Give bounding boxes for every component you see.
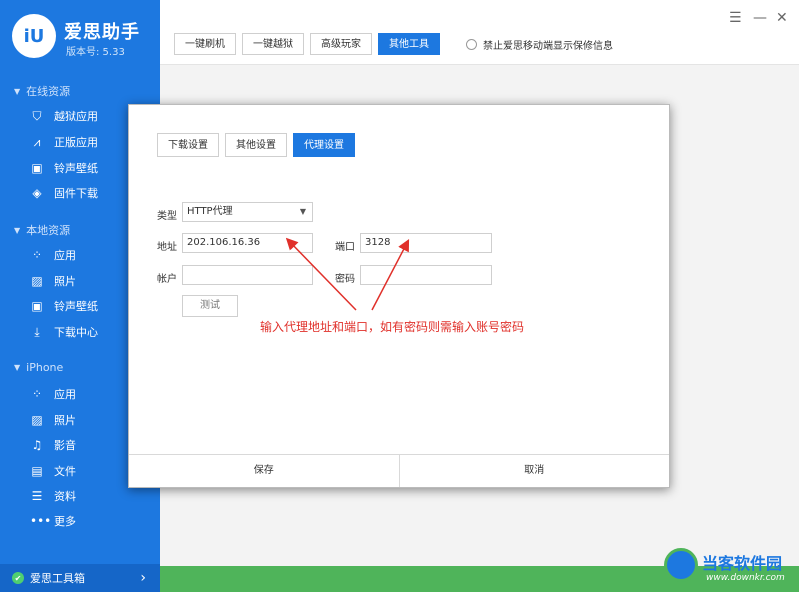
sidebar-item-iphone-more[interactable]: ••• 更多: [30, 510, 158, 532]
sidebar-item-label: 更多: [54, 515, 76, 528]
top-toolbar: 一键刷机 一键越狱 高级玩家 其他工具 禁止爱思移动端显示保修信息 ☰ — ✕: [160, 0, 799, 65]
save-button[interactable]: 保存: [129, 455, 400, 487]
check-icon: ✔: [12, 572, 24, 584]
triangle-down-icon: ▼: [14, 86, 21, 96]
app-version: 版本号: 5.33: [66, 47, 125, 58]
sidebar-item-label: 文件: [54, 465, 76, 478]
settings-dialog: 下载设置 其他设置 代理设置 类型 HTTP代理 ▼ 地址 202.106.16…: [128, 104, 670, 488]
section-title: 本地资源: [26, 224, 71, 237]
section-title: iPhone: [26, 361, 64, 374]
arrow-to-address: [285, 237, 357, 311]
section-iphone[interactable]: ▼ iPhone: [14, 361, 63, 374]
sidebar-item-label: 越狱应用: [54, 110, 98, 123]
shield-icon: ⛉: [32, 108, 42, 123]
sidebar-item-label: 铃声壁纸: [54, 162, 98, 175]
sidebar-item-label: 应用: [54, 388, 76, 401]
app-logo-icon: iU: [12, 14, 56, 58]
watermark-title: 当客软件园: [702, 554, 783, 573]
arrow-to-port: [371, 239, 410, 311]
flash-button[interactable]: 一键刷机: [174, 33, 236, 55]
section-online-resources[interactable]: ▼ 在线资源: [14, 83, 70, 99]
watermark-url: www.downkr.com: [706, 573, 785, 583]
annotation-text: 输入代理地址和端口，如有密码则需输入账号密码: [260, 320, 525, 334]
sidebar-item-label: 照片: [54, 275, 76, 288]
toolbox-button[interactable]: ✔ 爱思工具箱 ›: [0, 564, 160, 592]
film-icon: ▣: [31, 161, 43, 175]
triangle-down-icon: ▼: [14, 225, 21, 235]
sidebar-item-label: 固件下载: [54, 187, 98, 200]
list-icon: ☰: [31, 489, 43, 503]
sidebar-item-label: 铃声壁纸: [54, 300, 98, 313]
sidebar-item-label: 正版应用: [54, 136, 98, 149]
sidebar-item-label: 下载中心: [54, 326, 98, 339]
film-icon: ▣: [31, 299, 43, 313]
warranty-toggle-label: 禁止爱思移动端显示保修信息: [483, 41, 613, 52]
sidebar-item-iphone-info[interactable]: ☰ 资料: [30, 485, 158, 507]
appstore-icon: ⩘: [33, 134, 41, 149]
file-icon: ▤: [31, 464, 43, 478]
advanced-button[interactable]: 高级玩家: [310, 33, 372, 55]
radio-button[interactable]: [466, 39, 477, 50]
section-local-resources[interactable]: ▼ 本地资源: [14, 222, 70, 238]
toolbox-label: 爱思工具箱: [30, 572, 85, 585]
sidebar-item-label: 照片: [54, 414, 76, 427]
sidebar-item-label: 应用: [54, 249, 76, 262]
section-title: 在线资源: [26, 85, 71, 98]
close-icon[interactable]: ✕: [776, 10, 788, 26]
sidebar-item-label: 影音: [54, 439, 76, 452]
watermark-logo-icon: [664, 548, 698, 582]
media-icon: ♫: [31, 438, 43, 452]
annotation-arrows: [285, 237, 410, 311]
dialog-footer: 保存 取消: [129, 454, 669, 487]
apps-grid-icon: ⁘: [31, 248, 43, 262]
triangle-down-icon: ▼: [14, 363, 21, 372]
download-icon: ⤓: [34, 324, 40, 339]
apps-grid-icon: ⁘: [31, 387, 43, 401]
app-name: 爱思助手: [64, 22, 140, 43]
app-logo-area: iU 爱思助手 版本号: 5.33: [10, 12, 155, 64]
photo-icon: ▨: [31, 274, 43, 288]
watermark: 当客软件园 www.downkr.com: [660, 546, 798, 590]
menu-icon[interactable]: ☰: [729, 10, 742, 26]
box-icon: ◈: [32, 186, 42, 200]
photo-icon: ▨: [31, 413, 43, 427]
more-icon: •••: [30, 514, 52, 528]
sidebar-item-label: 资料: [54, 490, 76, 503]
cancel-button[interactable]: 取消: [400, 455, 670, 487]
warranty-toggle[interactable]: 禁止爱思移动端显示保修信息: [466, 37, 613, 52]
chevron-right-icon: ›: [140, 570, 146, 586]
minimize-icon[interactable]: —: [753, 10, 767, 26]
jailbreak-button[interactable]: 一键越狱: [242, 33, 304, 55]
other-tools-button[interactable]: 其他工具: [378, 33, 440, 55]
